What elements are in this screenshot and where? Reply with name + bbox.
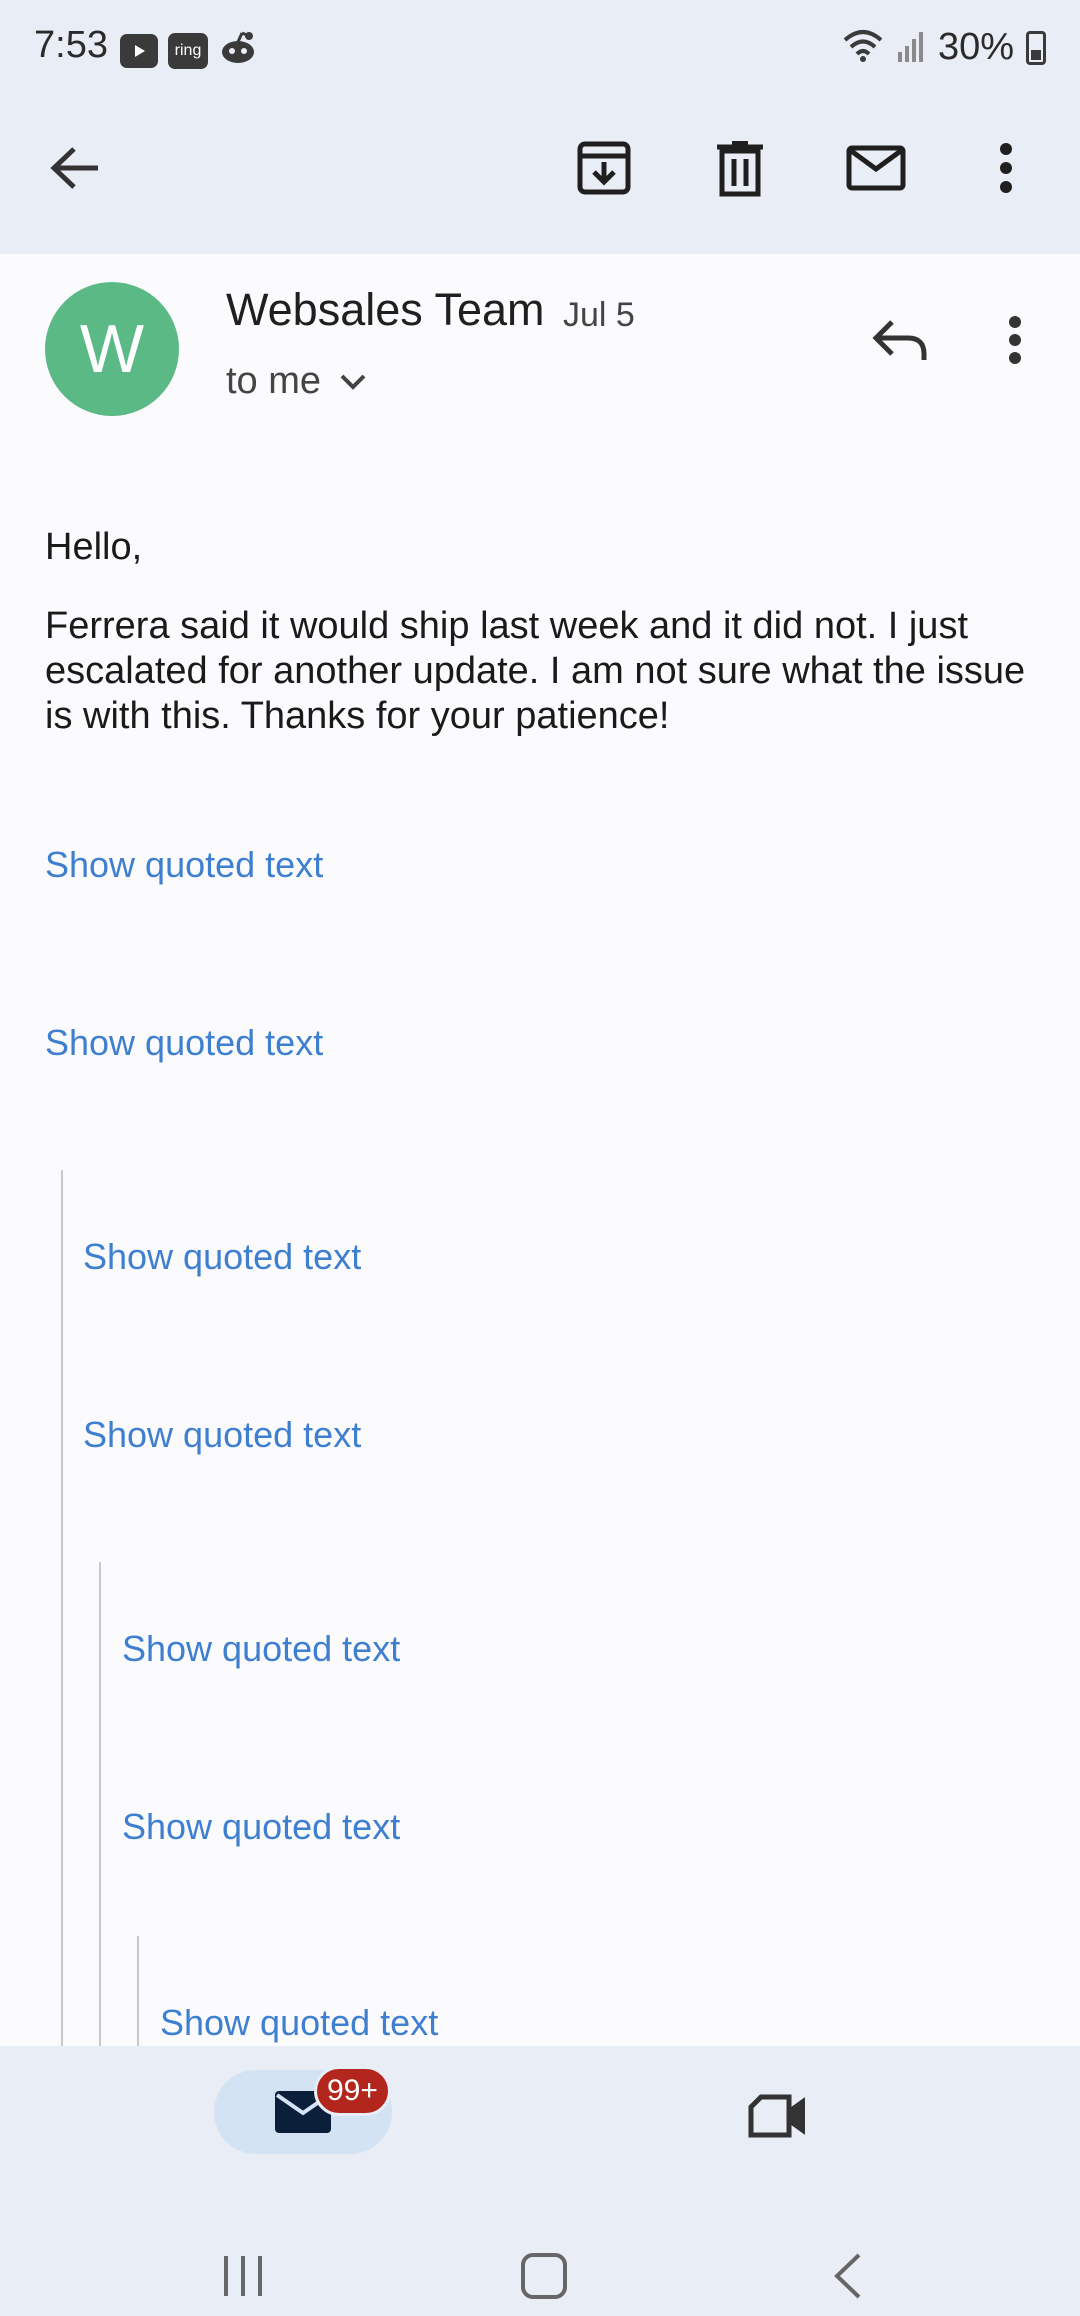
- quote-indent-line: [61, 1170, 63, 2046]
- more-vert-icon: [1009, 316, 1021, 364]
- reply-button[interactable]: [862, 302, 938, 378]
- chevron-down-icon: [340, 374, 366, 390]
- toolbar: [0, 100, 1080, 230]
- status-time: 7:53: [34, 24, 108, 66]
- recent-apps-button[interactable]: [203, 2246, 283, 2306]
- message-date: Jul 5: [563, 296, 635, 334]
- show-quoted-text-link[interactable]: Show quoted text: [45, 1022, 323, 1064]
- recent-apps-icon: [224, 2256, 262, 2296]
- message-greeting: Hello,: [45, 526, 143, 568]
- status-bar: 7:53 ring 30%: [0, 0, 1080, 96]
- show-quoted-text-link[interactable]: Show quoted text: [83, 1414, 361, 1456]
- home-button[interactable]: [504, 2246, 584, 2306]
- meet-tab[interactable]: [740, 2086, 814, 2146]
- mark-unread-button[interactable]: [840, 132, 912, 204]
- bottom-navigation: 99+: [0, 2046, 1080, 2316]
- quote-indent-line: [137, 1936, 139, 2046]
- unread-count-badge: 99+: [314, 2066, 391, 2116]
- ring-icon: ring: [168, 32, 208, 69]
- chevron-left-icon: [834, 2253, 861, 2299]
- quote-indent-line: [99, 1562, 101, 2046]
- recipient-details-toggle[interactable]: to me: [226, 360, 367, 403]
- wifi-icon: [842, 28, 884, 67]
- reddit-icon: [218, 30, 258, 71]
- notification-icons: ring: [120, 30, 258, 71]
- mail-icon: [846, 145, 906, 191]
- show-quoted-text-link[interactable]: Show quoted text: [122, 1628, 400, 1670]
- status-right: 30%: [842, 26, 1046, 69]
- top-chrome: 7:53 ring 30%: [0, 0, 1080, 254]
- delete-icon: [717, 141, 763, 197]
- video-camera-icon: [748, 2094, 805, 2138]
- system-back-button[interactable]: [808, 2246, 888, 2306]
- sender-name: Websales Team: [226, 284, 545, 335]
- battery-icon: [1026, 30, 1046, 65]
- message-body: Ferrera said it would ship last week and…: [45, 605, 1026, 737]
- show-quoted-text-link[interactable]: Show quoted text: [45, 844, 323, 886]
- youtube-icon: [120, 33, 158, 68]
- archive-icon: [577, 141, 631, 195]
- show-quoted-text-link[interactable]: Show quoted text: [122, 1806, 400, 1848]
- back-arrow-icon: [50, 147, 98, 189]
- show-quoted-text-link[interactable]: Show quoted text: [160, 2002, 438, 2044]
- back-button[interactable]: [40, 132, 112, 204]
- sender-avatar[interactable]: W: [45, 282, 179, 416]
- more-options-button[interactable]: [970, 132, 1042, 204]
- reply-icon: [872, 320, 927, 360]
- recipient-label: to me: [226, 360, 322, 402]
- more-vert-icon: [1000, 143, 1012, 193]
- archive-button[interactable]: [568, 132, 640, 204]
- signal-icon: [896, 28, 926, 67]
- battery-percent: 30%: [937, 26, 1014, 68]
- delete-button[interactable]: [704, 132, 776, 204]
- message-more-button[interactable]: [990, 302, 1040, 378]
- home-icon: [521, 2253, 567, 2299]
- show-quoted-text-link[interactable]: Show quoted text: [83, 1236, 361, 1278]
